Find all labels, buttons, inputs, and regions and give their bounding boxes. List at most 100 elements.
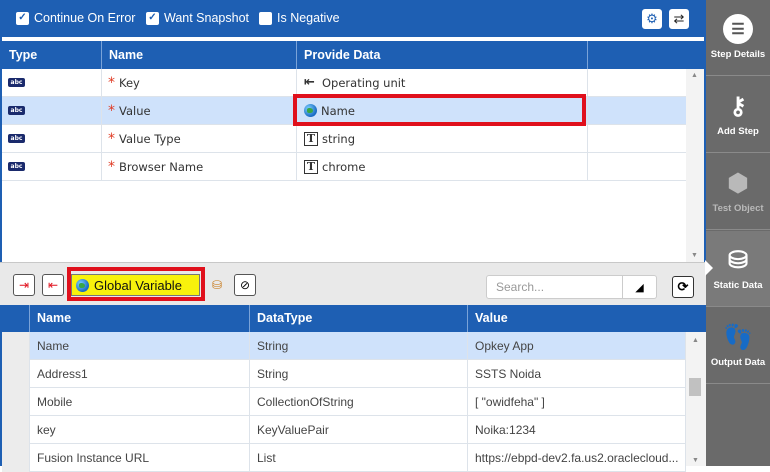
unchecked-box-icon: [259, 11, 272, 25]
argument-name: Browser Name: [119, 160, 204, 174]
row-gutter[interactable]: [2, 416, 30, 444]
variable-datatype: CollectionOfString: [250, 388, 468, 416]
gear-icon: ⚙: [646, 11, 658, 26]
swap-button[interactable]: ⇄: [669, 9, 689, 29]
scroll-down-arrow-icon[interactable]: ▼: [692, 457, 699, 464]
input-arrow-icon: ⇤: [304, 74, 315, 90]
globe-icon: [76, 278, 89, 292]
settings-button[interactable]: ⚙: [642, 9, 662, 29]
required-marker: *: [108, 131, 115, 147]
sidebar-item-test-object[interactable]: ⬢ Test Object: [706, 154, 770, 230]
import-button[interactable]: ⇥: [13, 274, 35, 296]
provided-data: string: [322, 132, 356, 146]
scroll-up-arrow-icon[interactable]: ▲: [692, 337, 699, 344]
provided-data: chrome: [322, 160, 366, 174]
clear-search-button[interactable]: ◢: [623, 275, 657, 299]
sidebar-item-add-step[interactable]: ⚷ Add Step: [706, 77, 770, 153]
table-row[interactable]: Address1 String SSTS Noida: [2, 360, 686, 388]
abc-icon: abc: [8, 134, 25, 143]
scroll-up-arrow-icon[interactable]: ▲: [691, 72, 698, 79]
required-marker: *: [108, 75, 115, 91]
global-variable-toolbar: ⇥ ⇤ Global Variable ⛁ ⊘ Search... ◢ ⟳: [0, 262, 706, 305]
is-negative-checkbox[interactable]: Is Negative: [259, 11, 340, 25]
variable-name: Fusion Instance URL: [30, 444, 250, 472]
row-gutter[interactable]: [2, 444, 30, 472]
column-header-datatype[interactable]: DataType: [250, 305, 468, 332]
argument-name: Value Type: [119, 132, 181, 146]
step-arguments-grid: Type Name Provide Data abc * Key ⇤ Operati…: [0, 37, 706, 262]
scrollbar-thumb[interactable]: [689, 378, 701, 396]
table-row[interactable]: Fusion Instance URL List https://ebpd-de…: [2, 444, 686, 472]
row-gutter[interactable]: [2, 388, 30, 416]
globe-icon: [304, 104, 317, 117]
sidebar-item-step-details[interactable]: ☰ Step Details: [706, 0, 770, 76]
eraser-icon: ◢: [635, 281, 644, 294]
export-button[interactable]: ⇤: [42, 274, 64, 296]
search-input[interactable]: Search...: [486, 275, 623, 299]
variable-name: Mobile: [30, 388, 250, 416]
cube-icon: ⬢: [727, 169, 749, 197]
refresh-button[interactable]: ⟳: [672, 276, 694, 298]
global-variable-label: Global Variable: [94, 277, 182, 293]
grid-header: Name DataType Value: [2, 305, 706, 332]
column-header-provide-data[interactable]: Provide Data: [297, 41, 588, 69]
argument-name: Key: [119, 76, 140, 90]
variable-datatype: String: [250, 332, 468, 360]
footprints-icon: 👣: [723, 323, 753, 351]
right-sidebar: ☰ Step Details ⚷ Add Step ⬢ Test Object …: [705, 0, 770, 466]
check-icon: ✓: [16, 11, 29, 25]
vertical-scrollbar[interactable]: ▲ ▼: [686, 332, 706, 466]
no-data-button[interactable]: ⊘: [234, 274, 256, 296]
table-row-selected[interactable]: abc * Value Name: [2, 97, 686, 125]
abc-icon: abc: [8, 162, 25, 171]
is-negative-label: Is Negative: [277, 11, 340, 25]
provided-data: Name: [321, 104, 355, 118]
options-bar: ✓ Continue On Error ✓ Want Snapshot Is N…: [0, 0, 706, 37]
column-header-value[interactable]: Value: [468, 305, 706, 332]
export-icon: ⇤: [47, 278, 59, 292]
active-caret: [705, 260, 713, 276]
global-variables-grid: Name DataType Value Name String Opkey Ap…: [0, 305, 706, 472]
text-T-icon: T: [304, 131, 318, 146]
sidebar-item-output-data[interactable]: 👣 Output Data: [706, 308, 770, 384]
vertical-scrollbar[interactable]: ▲ ▼: [686, 69, 704, 262]
variable-value: [ "owidfeha" ]: [468, 388, 686, 416]
table-row-selected[interactable]: Name String Opkey App: [2, 332, 686, 360]
swap-arrows-icon: ⇄: [673, 11, 685, 26]
column-header-type[interactable]: Type: [2, 41, 102, 69]
text-T-icon: T: [304, 159, 318, 174]
sidebar-item-label: Output Data: [710, 357, 766, 368]
want-snapshot-label: Want Snapshot: [164, 11, 250, 25]
scroll-down-arrow-icon[interactable]: ▼: [691, 252, 698, 259]
table-row[interactable]: abc * Value Type Tstring: [2, 125, 686, 153]
sidebar-item-static-data[interactable]: ⛁ Static Data: [705, 231, 770, 307]
continue-on-error-checkbox[interactable]: ✓ Continue On Error: [16, 11, 135, 25]
table-row[interactable]: Mobile CollectionOfString [ "owidfeha" ]: [2, 388, 686, 416]
column-header-name[interactable]: Name: [30, 305, 250, 332]
column-header-gutter: [2, 305, 30, 332]
variable-datatype: String: [250, 360, 468, 388]
abc-icon: abc: [8, 106, 25, 115]
table-row[interactable]: key KeyValuePair Noika:1234: [2, 416, 686, 444]
variable-value: https://ebpd-dev2.fa.us2.oraclecloud...: [468, 444, 686, 472]
grid-header: Type Name Provide Data: [2, 41, 704, 69]
variable-name: Name: [30, 332, 250, 360]
database-button[interactable]: ⛁: [206, 274, 228, 296]
sidebar-item-label: Test Object: [712, 203, 764, 214]
global-variable-button[interactable]: Global Variable: [71, 274, 200, 296]
key-plus-icon: ⚷: [729, 92, 747, 120]
circle-slash-icon: ⊘: [239, 278, 251, 292]
row-gutter[interactable]: [2, 332, 30, 360]
variable-name: Address1: [30, 360, 250, 388]
refresh-icon: ⟳: [677, 279, 689, 294]
column-header-name[interactable]: Name: [102, 41, 297, 69]
required-marker: *: [108, 159, 115, 175]
want-snapshot-checkbox[interactable]: ✓ Want Snapshot: [146, 11, 249, 25]
table-row[interactable]: abc * Key ⇤ Operating unit: [2, 69, 686, 97]
variable-datatype: KeyValuePair: [250, 416, 468, 444]
variable-value: SSTS Noida: [468, 360, 686, 388]
variable-value: Opkey App: [468, 332, 686, 360]
row-gutter[interactable]: [2, 360, 30, 388]
table-row[interactable]: abc * Browser Name Tchrome: [2, 153, 686, 181]
continue-on-error-label: Continue On Error: [34, 11, 136, 25]
